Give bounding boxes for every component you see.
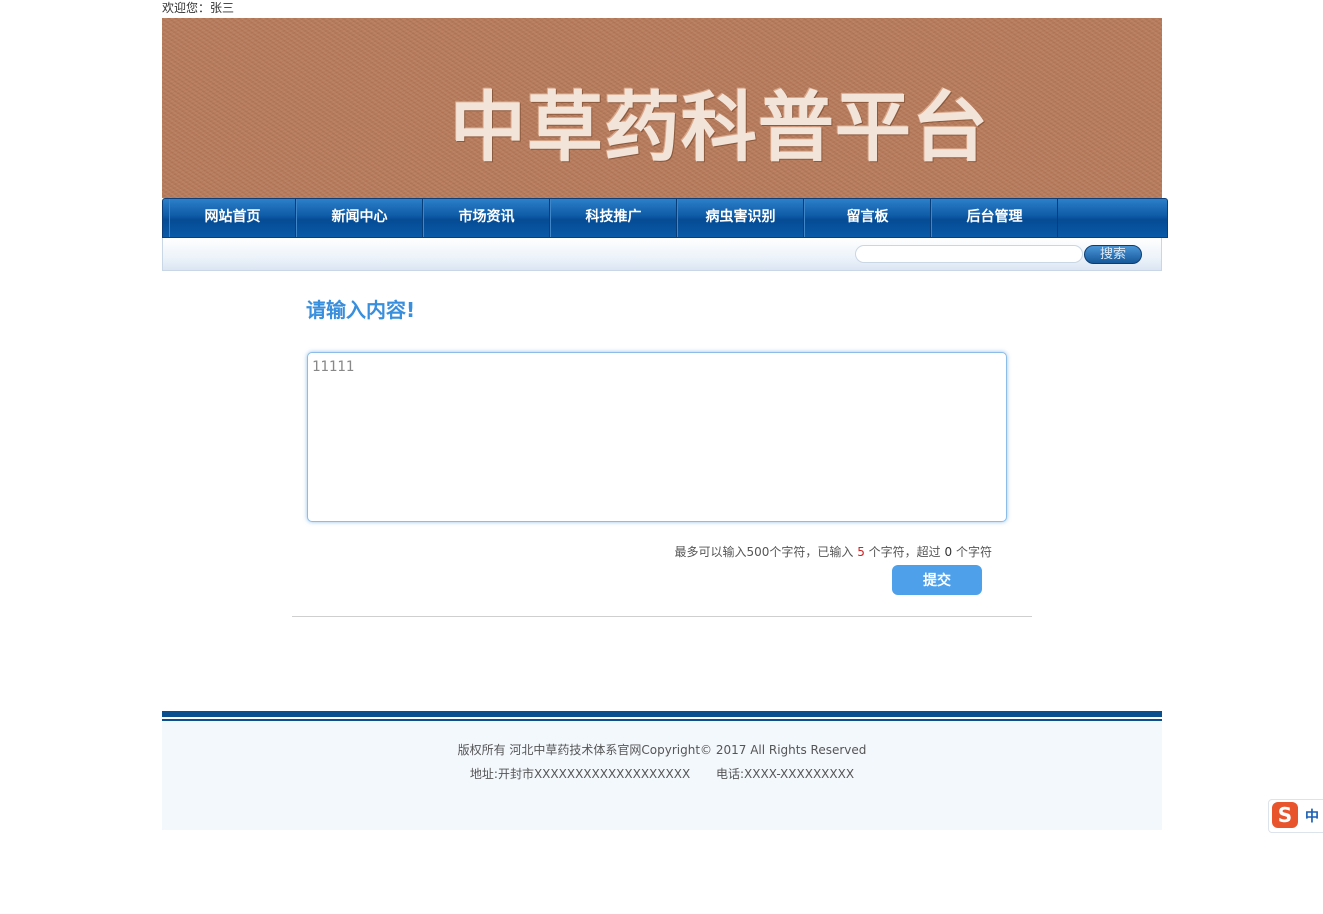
exceed-count: 0 xyxy=(944,545,953,559)
ime-toolbar[interactable]: S 中 xyxy=(1268,799,1323,833)
footer-address: 地址:开封市XXXXXXXXXXXXXXXXXXX xyxy=(469,767,691,781)
search-bar: 搜索 xyxy=(162,238,1162,271)
nav-item-tech[interactable]: 科技推广 xyxy=(550,199,677,237)
footer-divider xyxy=(162,711,1162,717)
nav-item-news[interactable]: 新闻中心 xyxy=(296,199,423,237)
site-footer: 版权所有 河北中草药技术体系官网Copyright© 2017 All Righ… xyxy=(162,721,1162,830)
page-container: 欢迎您：张三 中草药科普平台 网站首页 新闻中心 市场资讯 科技推广 病虫害识别… xyxy=(162,0,1168,271)
footer-phone: 电话:XXXX-XXXXXXXXX xyxy=(716,767,855,781)
site-banner: 中草药科普平台 xyxy=(162,18,1162,198)
welcome-text: 欢迎您：张三 xyxy=(162,1,235,15)
main-nav: 网站首页 新闻中心 市场资讯 科技推广 病虫害识别 留言板 后台管理 xyxy=(162,198,1168,238)
counter-prefix: 最多可以输入500个字符，已输入 xyxy=(674,545,854,559)
sogou-logo-icon: S xyxy=(1272,802,1298,828)
search-button[interactable]: 搜索 xyxy=(1084,245,1142,264)
ime-mode-toggle[interactable]: 中 xyxy=(1305,806,1319,826)
counter-middle: 个字符，超过 xyxy=(868,545,941,559)
submit-button[interactable]: 提交 xyxy=(892,565,982,595)
nav-item-home[interactable]: 网站首页 xyxy=(169,199,296,237)
char-counter: 最多可以输入500个字符，已输入 5 个字符，超过 0 个字符 xyxy=(674,543,992,560)
message-form: 请输入内容! 11111 最多可以输入500个字符，已输入 5 个字符，超过 0… xyxy=(292,272,1032,617)
nav-item-market[interactable]: 市场资讯 xyxy=(423,199,550,237)
search-input[interactable] xyxy=(855,245,1083,263)
nav-item-guestbook[interactable]: 留言板 xyxy=(804,199,931,237)
counter-suffix: 个字符 xyxy=(955,545,992,559)
entered-count: 5 xyxy=(857,545,865,559)
nav-item-admin[interactable]: 后台管理 xyxy=(931,199,1058,237)
footer-copyright: 版权所有 河北中草药技术体系官网Copyright© 2017 All Righ… xyxy=(457,743,867,757)
footer-contact: 地址:开封市XXXXXXXXXXXXXXXXXXX 电话:XXXX-XXXXXX… xyxy=(162,765,1162,782)
message-textarea[interactable]: 11111 xyxy=(307,352,1007,522)
banner-title: 中草药科普平台 xyxy=(450,83,989,172)
form-prompt: 请输入内容! xyxy=(306,298,416,322)
nav-item-pest[interactable]: 病虫害识别 xyxy=(677,199,804,237)
